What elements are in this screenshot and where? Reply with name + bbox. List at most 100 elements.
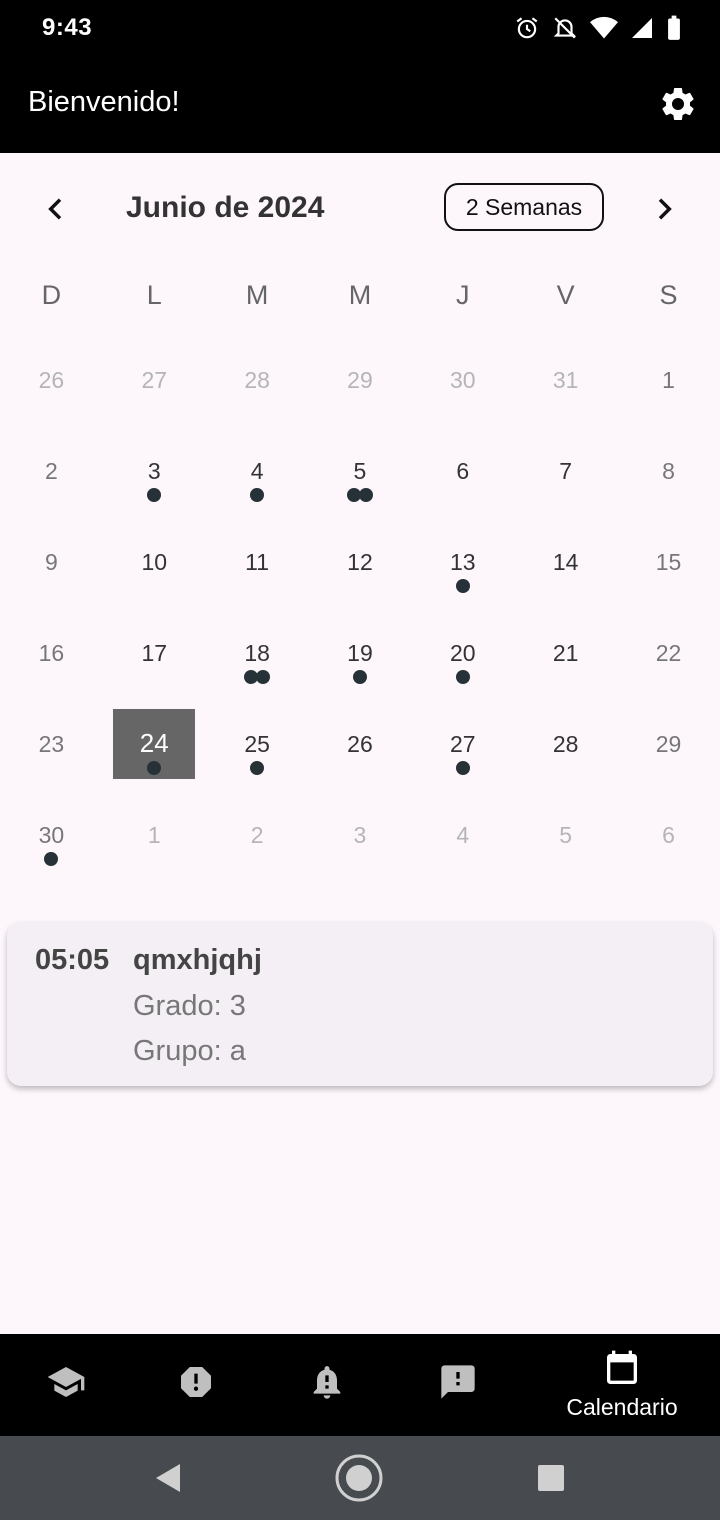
calendar-day-cell[interactable]: 31 [514,335,617,426]
gear-icon [662,87,694,120]
calendar-day-cell[interactable]: 25 [206,699,309,790]
back-icon[interactable] [152,1462,182,1494]
calendar-day-cell[interactable]: 4 [206,426,309,517]
app-bar: Bienvenido! [0,56,720,153]
day-number: 14 [552,549,579,575]
calendar-day-cell[interactable]: 26 [309,699,412,790]
day-number: 22 [655,640,682,666]
calendar-day-cell[interactable]: 17 [103,608,206,699]
event-grado: Grado: 3 [133,990,246,1022]
day-number: 21 [552,640,579,666]
event-markers [411,579,514,593]
day-number: 24 [139,728,169,758]
calendar-day-cell[interactable]: 28 [206,335,309,426]
recents-icon[interactable] [537,1464,565,1492]
calendar-day-cell[interactable]: 29 [309,335,412,426]
day-number: 11 [245,549,270,575]
previous-month-button[interactable] [40,193,72,225]
event-marker-dot [256,670,271,684]
calendar-day-cell[interactable]: 30 [0,790,103,881]
status-icons [514,14,682,42]
calendar-day-cell[interactable]: 8 [617,426,720,517]
event-markers [0,852,103,866]
event-marker-dot [250,761,265,775]
weekday-label: V [556,280,575,310]
event-marker-dot [455,761,470,775]
day-number: 26 [38,367,65,393]
calendar-day-cell[interactable]: 3 [309,790,412,881]
day-number: 3 [147,458,161,484]
weekday-label: D [41,280,62,310]
calendar-week-row: 23 24 25 26 27 28 29 [0,699,720,790]
nav-item-reports[interactable] [156,1334,236,1436]
calendar-day-cell[interactable]: 7 [514,426,617,517]
battery-icon [668,15,680,40]
bottom-navigation: Calendario [0,1334,720,1436]
calendar-day-cell[interactable]: 16 [0,608,103,699]
calendar-day-cell[interactable]: 13 [411,517,514,608]
calendar-day-cell[interactable]: 18 [206,608,309,699]
nav-item-feedback[interactable] [418,1334,498,1436]
calendar-day-cell[interactable]: 14 [514,517,617,608]
calendar-day-cell[interactable]: 1 [617,335,720,426]
calendar-day-cell[interactable]: 27 [103,335,206,426]
calendar-day-cell[interactable]: 6 [411,426,514,517]
calendar-day-cell[interactable]: 24 [103,699,206,790]
next-month-button[interactable] [648,193,680,225]
day-number: 15 [655,549,682,575]
day-number: 13 [450,549,476,575]
calendar-day-cell[interactable]: 22 [617,608,720,699]
day-number: 9 [45,549,58,575]
calendar-day-cell[interactable]: 5 [514,790,617,881]
event-marker-dot [44,852,59,866]
calendar-day-cell[interactable]: 19 [309,608,412,699]
home-icon[interactable] [334,1453,384,1503]
calendar-day-cell[interactable]: 29 [617,699,720,790]
calendar-day-cell[interactable]: 28 [514,699,617,790]
weekday-labels: D L M M J V S [0,280,720,320]
calendar-day-cell[interactable]: 23 [0,699,103,790]
day-number: 7 [559,458,573,484]
notification-bell-icon [313,1366,341,1399]
school-icon [47,1367,85,1397]
calendar-day-cell[interactable]: 10 [103,517,206,608]
calendar-grid: 26 27 28 29 30 31 1 2 3 4 5 6 7 8 9 10 11 12 13 14 15 16 17 18 1… [0,335,720,881]
nav-item-school[interactable] [26,1334,106,1436]
calendar-day-cell[interactable]: 15 [617,517,720,608]
day-number: 20 [450,640,476,666]
nav-item-calendario[interactable]: Calendario [552,1334,692,1436]
day-number: 31 [552,367,579,393]
calendar-day-cell[interactable]: 12 [309,517,412,608]
calendar-day-cell[interactable]: 2 [0,426,103,517]
format-toggle-button[interactable]: 2 Semanas [444,183,604,231]
day-number: 29 [655,731,682,757]
calendar-day-cell[interactable]: 20 [411,608,514,699]
day-number: 5 [353,458,367,484]
settings-button[interactable] [658,84,698,124]
event-marker-dot [455,579,470,593]
calendar-day-cell[interactable]: 6 [617,790,720,881]
event-grupo: Grupo: a [133,1035,246,1067]
calendar-day-cell[interactable]: 1 [103,790,206,881]
status-time: 9:43 [42,14,93,41]
event-marker-dot [358,488,373,502]
calendar-day-cell[interactable]: 27 [411,699,514,790]
nav-item-notifications[interactable] [287,1334,367,1436]
day-number: 3 [353,822,367,848]
calendar-day-cell[interactable]: 2 [206,790,309,881]
wifi-icon [590,16,618,39]
calendar-day-cell[interactable]: 26 [0,335,103,426]
calendar-day-cell[interactable]: 5 [309,426,412,517]
calendar-day-cell[interactable]: 11 [206,517,309,608]
calendar-day-cell[interactable]: 3 [103,426,206,517]
chevron-left-icon [48,198,62,220]
calendar-day-cell[interactable]: 21 [514,608,617,699]
calendar-day-cell[interactable]: 30 [411,335,514,426]
day-number: 1 [147,822,161,848]
day-number: 26 [347,731,373,757]
calendar-day-cell[interactable]: 9 [0,517,103,608]
alarm-icon [516,17,538,39]
calendar-header: Junio de 2024 2 Semanas [0,153,720,263]
calendar-day-cell[interactable]: 4 [411,790,514,881]
event-card[interactable]: 05:05 qmxhjqhj Grado: 3 Grupo: a [7,922,713,1086]
